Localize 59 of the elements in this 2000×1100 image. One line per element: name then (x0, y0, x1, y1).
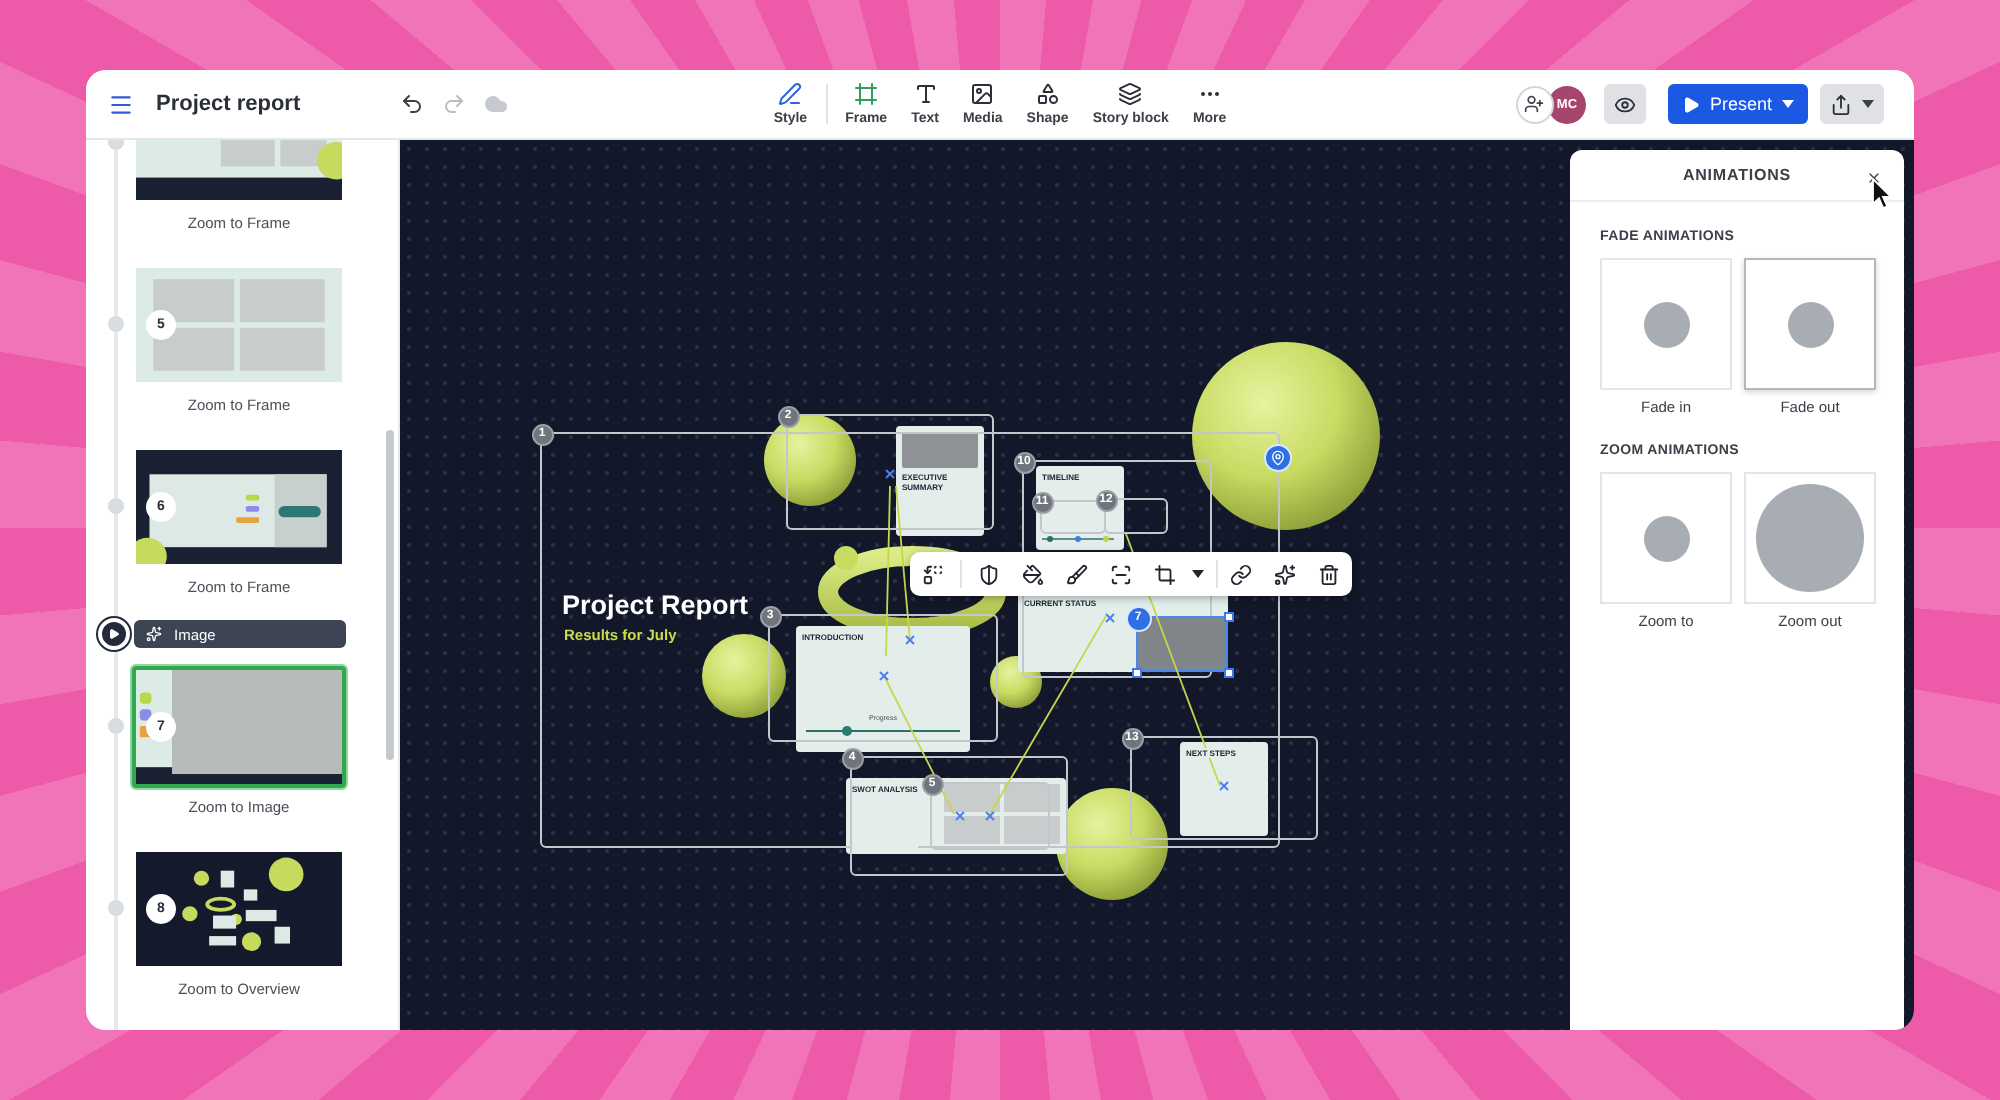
link-icon[interactable] (1230, 563, 1252, 585)
play-icon[interactable] (98, 618, 130, 650)
sphere (764, 414, 856, 506)
sphere (702, 634, 786, 718)
replace-icon[interactable] (922, 563, 944, 585)
cross-marker-icon (879, 671, 889, 681)
sphere (1056, 788, 1168, 900)
layers-icon (1118, 82, 1143, 106)
preview-button[interactable] (1603, 84, 1646, 124)
brush-icon[interactable] (1066, 563, 1088, 585)
cursor-icon (1872, 178, 1892, 210)
sparkles-icon (146, 626, 162, 642)
cross-marker-icon (905, 635, 915, 645)
preview-circle-icon (1643, 515, 1689, 561)
cross-marker-icon (1219, 781, 1229, 791)
sparkles-icon[interactable] (1274, 563, 1296, 585)
share-button[interactable] (1820, 84, 1884, 124)
paint-bucket-icon[interactable] (1022, 563, 1044, 585)
caret-icon (1192, 570, 1204, 578)
preview-circle-icon (1756, 484, 1864, 592)
cross-marker-icon (1105, 613, 1115, 623)
document-title: Project report (156, 92, 301, 116)
resize-handle[interactable] (1131, 667, 1141, 677)
preview-circle-icon (1643, 301, 1689, 347)
resize-handle[interactable] (1223, 667, 1233, 677)
undo-icon[interactable] (400, 92, 425, 116)
canvas-title: Project Report (562, 590, 749, 620)
photo-placeholder (1138, 618, 1226, 670)
timeline-dot-icon (108, 316, 124, 332)
trash-icon[interactable] (1318, 563, 1340, 585)
add-person-icon[interactable] (1515, 85, 1554, 123)
timeline-dot-icon (108, 900, 124, 916)
shapes-icon (1035, 82, 1060, 106)
cloud-icon (484, 92, 509, 116)
frame-icon (854, 82, 879, 106)
image-grid-drawing (944, 784, 1060, 844)
crop-icon[interactable] (1154, 563, 1176, 585)
image-icon (970, 82, 995, 106)
pen-icon (778, 82, 803, 106)
photo-placeholder (902, 432, 978, 468)
cross-marker-icon (955, 811, 965, 821)
share-icon (1830, 93, 1852, 115)
timeline-dot-icon (108, 718, 124, 734)
text-icon (913, 82, 938, 106)
timeline-drawing (1042, 534, 1114, 544)
resize-handle[interactable] (1223, 611, 1233, 621)
preview-circle-icon (1787, 301, 1833, 347)
cross-marker-icon (985, 811, 995, 821)
present-button[interactable]: Present (1667, 84, 1808, 124)
scan-icon[interactable] (1110, 563, 1132, 585)
shield-icon[interactable] (978, 563, 1000, 585)
caret-icon (1862, 100, 1874, 108)
eye-icon (1613, 93, 1636, 115)
caret-icon (1782, 100, 1794, 108)
panel-title: ANIMATIONS (1682, 166, 1792, 184)
cross-marker-icon (885, 469, 895, 479)
timeline-dot-icon (108, 498, 124, 514)
play-icon (1681, 95, 1700, 113)
menu-icon[interactable] (108, 91, 134, 117)
